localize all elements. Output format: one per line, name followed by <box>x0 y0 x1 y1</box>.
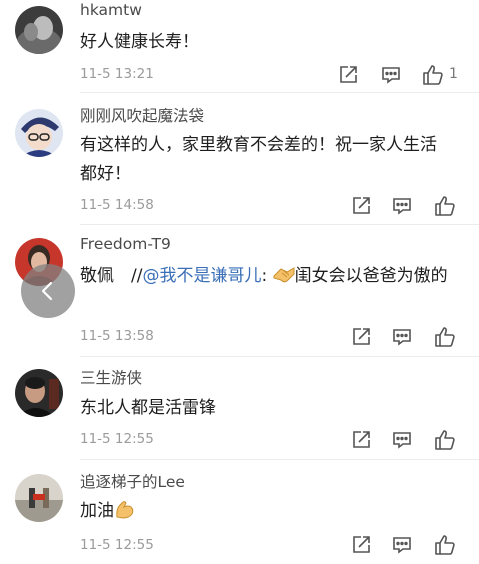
avatar[interactable] <box>15 109 63 157</box>
thumbs-up-icon[interactable] <box>434 195 456 217</box>
username[interactable]: 三生游侠 <box>80 366 142 388</box>
divider <box>80 459 479 460</box>
flexed-biceps-emoji-icon <box>114 499 136 529</box>
comment-icon[interactable] <box>391 195 413 217</box>
comment-text: 加油 <box>80 497 460 529</box>
timestamp: 11-5 12:55 <box>80 431 154 447</box>
like-count: 1 <box>449 66 458 82</box>
username[interactable]: Freedom-T9 <box>80 235 171 253</box>
timestamp: 11-5 13:58 <box>80 328 154 344</box>
comment-text-prefix: 敬佩 // <box>80 266 143 286</box>
comment-icon[interactable] <box>391 326 413 348</box>
back-button[interactable] <box>21 264 75 318</box>
mention-link[interactable]: @我不是谦哥儿 <box>142 266 261 286</box>
comment-icon[interactable] <box>380 64 402 86</box>
timestamp: 11-5 12:55 <box>80 537 154 553</box>
thumbs-up-icon[interactable] <box>434 429 456 451</box>
comment-text: 东北人都是活雷锋 <box>80 398 216 418</box>
chevron-left-icon <box>41 281 53 301</box>
divider <box>80 92 479 93</box>
avatar[interactable] <box>15 6 63 54</box>
comment-icon[interactable] <box>391 429 413 451</box>
comment-text-body: 闺女会以爸爸为傲的 <box>294 266 448 286</box>
share-icon[interactable] <box>337 64 359 86</box>
handshake-emoji-icon <box>273 264 295 294</box>
timestamp: 11-5 13:21 <box>80 66 154 82</box>
username[interactable]: hkamtw <box>80 1 142 19</box>
divider <box>80 356 479 357</box>
timestamp: 11-5 14:58 <box>80 197 154 213</box>
avatar[interactable] <box>15 369 63 417</box>
comment-text: 有这样的人，家里教育不会差的！祝一家人生活都好！ <box>80 135 437 184</box>
thumbs-up-icon[interactable] <box>422 64 444 86</box>
thumbs-up-icon[interactable] <box>434 326 456 348</box>
comment-text: 敬佩 //@我不是谦哥儿: 闺女会以爸爸为傲的 <box>80 262 452 294</box>
divider <box>80 224 479 225</box>
username[interactable]: 刚刚风吹起魔法袋 <box>80 104 204 126</box>
share-icon[interactable] <box>350 195 372 217</box>
comment-icon[interactable] <box>391 534 413 556</box>
comment-text: 好人健康长寿！ <box>80 32 199 52</box>
share-icon[interactable] <box>350 429 372 451</box>
username[interactable]: 追逐梯子的Lee <box>80 470 185 492</box>
avatar[interactable] <box>15 474 63 522</box>
comment-text-body: 加油 <box>80 501 114 521</box>
share-icon[interactable] <box>350 326 372 348</box>
share-icon[interactable] <box>350 534 372 556</box>
comment-text-separator: : <box>261 266 273 286</box>
thumbs-up-icon[interactable] <box>434 534 456 556</box>
